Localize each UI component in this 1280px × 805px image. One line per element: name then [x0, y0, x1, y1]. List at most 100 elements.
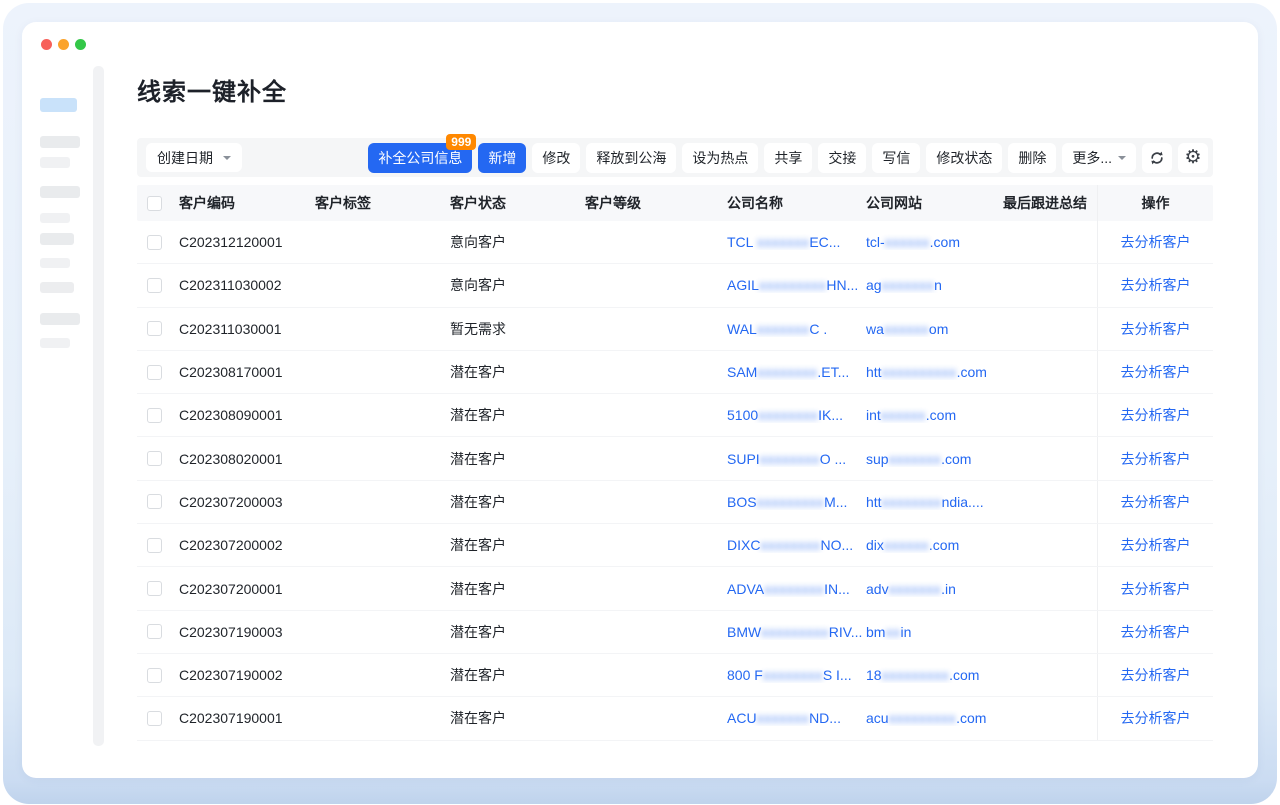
row-checkbox[interactable]: [147, 321, 162, 336]
toolbar: 创建日期 补全公司信息 999 新增 修改释放到公海设为热点共享交接写信修改状态…: [137, 138, 1213, 177]
more-button[interactable]: 更多...: [1062, 143, 1136, 173]
toolbar-button[interactable]: 删除: [1008, 143, 1056, 173]
row-checkbox[interactable]: [147, 711, 162, 726]
analyze-customer-link[interactable]: 去分析客户: [1121, 232, 1191, 252]
customer-status: 潜在客户: [450, 492, 585, 512]
app-background: 线索一键补全 创建日期 补全公司信息 999 新增 修改释放到公海设为热点共享交…: [3, 3, 1277, 804]
company-website-link[interactable]: httxxxxxxxxxx.com: [866, 364, 987, 380]
toolbar-button[interactable]: 修改状态: [926, 143, 1002, 173]
row-checkbox[interactable]: [147, 365, 162, 380]
toolbar-button-group: 补全公司信息 999 新增 修改释放到公海设为热点共享交接写信修改状态删除 更多…: [368, 143, 1208, 173]
analyze-customer-link[interactable]: 去分析客户: [1121, 665, 1191, 685]
customer-status: 意向客户: [450, 275, 585, 295]
toolbar-button[interactable]: 释放到公海: [586, 143, 676, 173]
close-button[interactable]: [41, 39, 52, 50]
row-checkbox[interactable]: [147, 408, 162, 423]
select-all-checkbox[interactable]: [147, 196, 162, 211]
column-header-level[interactable]: 客户等级: [585, 193, 727, 213]
customer-code: C202307200003: [179, 494, 315, 510]
column-header-summary[interactable]: 最后跟进总结: [1003, 193, 1097, 213]
sidebar-active-item[interactable]: [40, 98, 77, 112]
company-website-link[interactable]: dixxxxxxx.com: [866, 537, 959, 553]
column-header-tag[interactable]: 客户标签: [315, 193, 450, 213]
company-name-link[interactable]: TCL xxxxxxxEC...: [727, 234, 840, 250]
customer-status: 潜在客户: [450, 622, 585, 642]
toolbar-button[interactable]: 共享: [764, 143, 812, 173]
company-website-link[interactable]: bmxxin: [866, 624, 911, 640]
toolbar-button[interactable]: 修改: [532, 143, 580, 173]
company-website-link[interactable]: waxxxxxxom: [866, 321, 948, 337]
company-name-link[interactable]: SAMxxxxxxxx.ET...: [727, 364, 849, 380]
analyze-customer-link[interactable]: 去分析客户: [1121, 449, 1191, 469]
customer-code: C202307190002: [179, 667, 315, 683]
analyze-customer-link[interactable]: 去分析客户: [1121, 579, 1191, 599]
company-name-link[interactable]: 5100xxxxxxxxIK...: [727, 407, 843, 423]
company-name-link[interactable]: 800 FxxxxxxxxS I...: [727, 667, 852, 683]
company-website-link[interactable]: tcl-xxxxxx.com: [866, 234, 960, 250]
customer-code: C202307200001: [179, 581, 315, 597]
company-website-link[interactable]: acuxxxxxxxxx.com: [866, 710, 986, 726]
row-checkbox[interactable]: [147, 235, 162, 250]
settings-button[interactable]: ⚙: [1178, 143, 1208, 173]
customer-status: 潜在客户: [450, 362, 585, 382]
minimize-button[interactable]: [58, 39, 69, 50]
row-checkbox[interactable]: [147, 451, 162, 466]
company-website-link[interactable]: intxxxxxx.com: [866, 407, 956, 423]
gear-icon: ⚙: [1184, 148, 1201, 167]
company-name-link[interactable]: SUPIxxxxxxxxO ...: [727, 451, 846, 467]
date-filter-select[interactable]: 创建日期: [146, 143, 242, 172]
column-header-code[interactable]: 客户编码: [179, 193, 315, 213]
company-website-link[interactable]: agxxxxxxxn: [866, 277, 942, 293]
count-badge: 999: [446, 134, 476, 150]
more-button-label: 更多...: [1072, 148, 1112, 168]
customer-status: 意向客户: [450, 232, 585, 252]
column-header-action: 操作: [1097, 185, 1213, 221]
company-name-link[interactable]: BMWxxxxxxxxxRIV...: [727, 624, 862, 640]
analyze-customer-link[interactable]: 去分析客户: [1121, 492, 1191, 512]
sidebar-skeleton-item: [40, 157, 70, 168]
company-name-link[interactable]: AGILxxxxxxxxxHN...: [727, 277, 858, 293]
customer-code: C202312120001: [179, 234, 315, 250]
toolbar-button[interactable]: 设为热点: [682, 143, 758, 173]
sync-button[interactable]: [1142, 143, 1172, 173]
row-checkbox[interactable]: [147, 494, 162, 509]
company-website-link[interactable]: httxxxxxxxxndia....: [866, 494, 984, 510]
analyze-customer-link[interactable]: 去分析客户: [1121, 275, 1191, 295]
analyze-customer-link[interactable]: 去分析客户: [1121, 319, 1191, 339]
analyze-customer-link[interactable]: 去分析客户: [1121, 708, 1191, 728]
company-name-link[interactable]: WALxxxxxxxC .: [727, 321, 827, 337]
company-website-link[interactable]: advxxxxxxx.in: [866, 581, 956, 597]
column-header-company[interactable]: 公司名称: [727, 193, 866, 213]
complete-company-info-label: 补全公司信息: [378, 148, 462, 168]
row-checkbox[interactable]: [147, 624, 162, 639]
company-website-link[interactable]: 18xxxxxxxxx.com: [866, 667, 979, 683]
analyze-customer-link[interactable]: 去分析客户: [1121, 535, 1191, 555]
company-name-link[interactable]: DIXCxxxxxxxxNO...: [727, 537, 853, 553]
sidebar-skeleton-item: [40, 338, 70, 348]
row-checkbox[interactable]: [147, 581, 162, 596]
row-checkbox[interactable]: [147, 668, 162, 683]
company-name-link[interactable]: BOSxxxxxxxxxM...: [727, 494, 847, 510]
company-name-link[interactable]: ACUxxxxxxxND...: [727, 710, 841, 726]
column-header-website[interactable]: 公司网站: [866, 193, 1003, 213]
toolbar-button[interactable]: 写信: [872, 143, 920, 173]
row-checkbox[interactable]: [147, 278, 162, 293]
column-header-status[interactable]: 客户状态: [450, 193, 585, 213]
analyze-customer-link[interactable]: 去分析客户: [1121, 622, 1191, 642]
analyze-customer-link[interactable]: 去分析客户: [1121, 362, 1191, 382]
add-button[interactable]: 新增: [478, 143, 526, 173]
analyze-customer-link[interactable]: 去分析客户: [1121, 405, 1191, 425]
window-controls: [41, 39, 86, 50]
maximize-button[interactable]: [75, 39, 86, 50]
chevron-down-icon: [223, 156, 231, 164]
company-website-link[interactable]: supxxxxxxx.com: [866, 451, 971, 467]
table-row: C202308090001 潜在客户 5100xxxxxxxxIK... int…: [137, 394, 1213, 437]
table-row: C202307200001 潜在客户 ADVAxxxxxxxxIN... adv…: [137, 567, 1213, 610]
row-checkbox[interactable]: [147, 538, 162, 553]
company-name-link[interactable]: ADVAxxxxxxxxIN...: [727, 581, 850, 597]
main-content: 线索一键补全 创建日期 补全公司信息 999 新增 修改释放到公海设为热点共享交…: [137, 22, 1213, 741]
table-body: C202312120001 意向客户 TCL xxxxxxxEC... tcl-…: [137, 221, 1213, 741]
complete-company-info-button[interactable]: 补全公司信息 999: [368, 143, 472, 173]
toolbar-button[interactable]: 交接: [818, 143, 866, 173]
table-row: C202312120001 意向客户 TCL xxxxxxxEC... tcl-…: [137, 221, 1213, 264]
